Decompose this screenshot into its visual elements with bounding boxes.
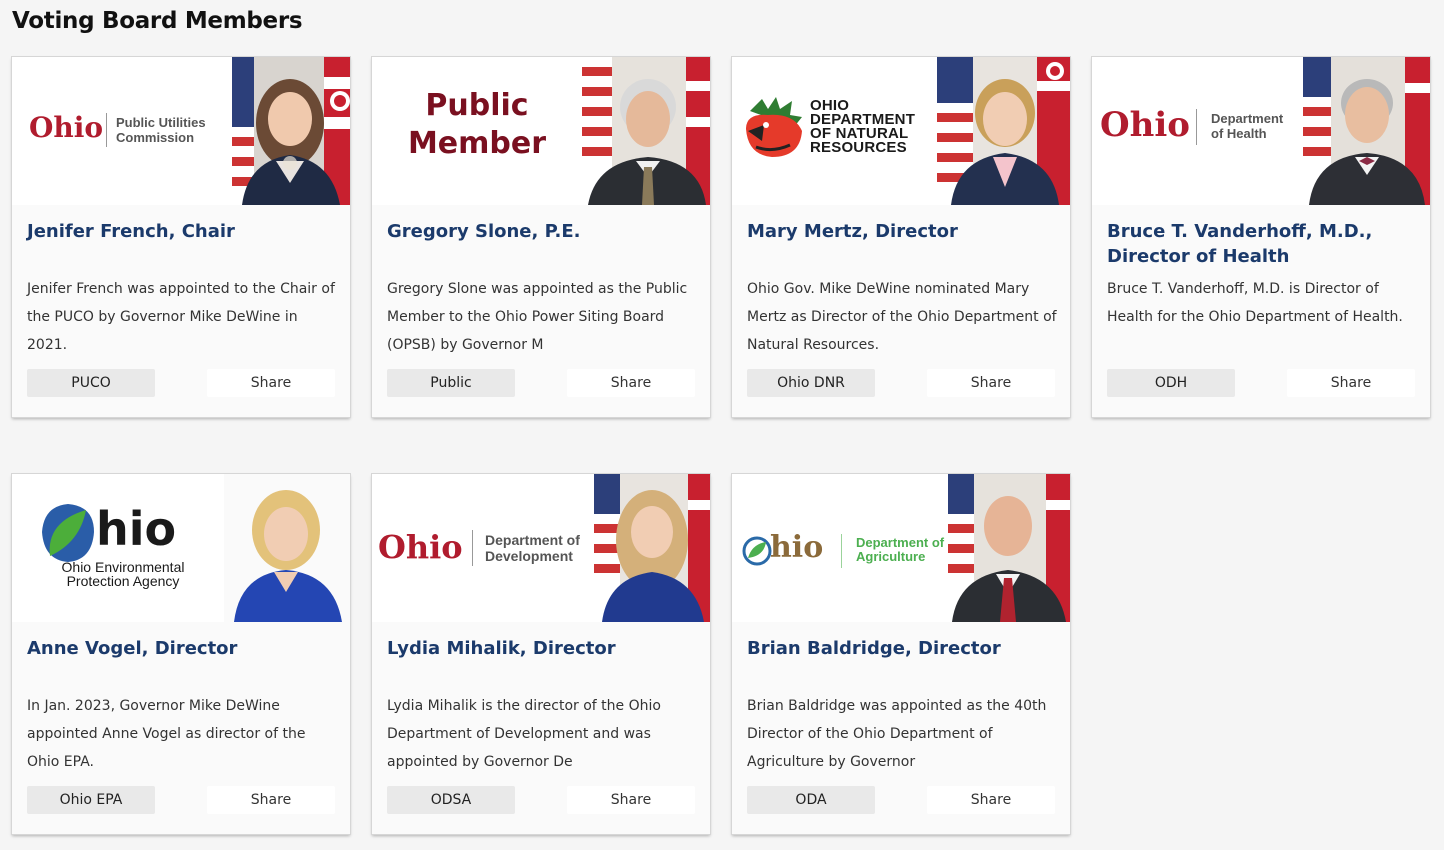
card-banner: hio Ohio Environmental Protection Agency: [12, 474, 350, 622]
ohio-dnr-cardinal-icon: [746, 97, 802, 157]
agency-tag[interactable]: ODA: [747, 786, 875, 814]
agency-tag[interactable]: ODH: [1107, 369, 1235, 397]
member-bio: Lydia Mihalik is the director of the Ohi…: [387, 698, 661, 770]
ohio-epa-logo: hio Ohio Environmental Protection Agency: [12, 474, 224, 622]
card-banner: Ohio Department of Development: [372, 474, 710, 622]
share-button[interactable]: Share: [927, 369, 1055, 397]
share-button[interactable]: Share: [927, 786, 1055, 814]
agency-tag[interactable]: Ohio DNR: [747, 369, 875, 397]
member-photo: [582, 57, 710, 205]
public-member-logo: Public Member: [407, 88, 547, 161]
odh-logo: Ohio Department of Health: [1100, 105, 1284, 145]
page-title: Voting Board Members: [12, 8, 303, 34]
card-banner: Ohio Department of Health: [1092, 57, 1430, 205]
ohio-epa-leaf-icon: [42, 504, 94, 562]
member-card-mertz: OHIO DEPARTMENT OF NATURAL RESOURCES Mar…: [732, 57, 1070, 417]
agriculture-logo: hio Department of Agriculture: [732, 474, 948, 622]
card-banner: OHIO DEPARTMENT OF NATURAL RESOURCES: [732, 57, 1070, 205]
card-banner: Ohio Public Utilities Commission: [12, 57, 350, 205]
member-name[interactable]: Brian Baldridge, Director: [747, 636, 1052, 661]
member-card-vogel: hio Ohio Environmental Protection Agency…: [12, 474, 350, 834]
member-card-slone: Public Member Gregory Slone, P.E. Gregor…: [372, 57, 710, 417]
member-bio: In Jan. 2023, Governor Mike DeWine appoi…: [27, 698, 306, 770]
member-bio: Jenifer French was appointed to the Chai…: [27, 281, 335, 353]
puco-logo: Ohio Public Utilities Commission: [29, 111, 206, 147]
member-name[interactable]: Bruce T. Vanderhoff, M.D., Director of H…: [1107, 219, 1412, 269]
member-card-baldridge: hio Department of Agriculture Brian Bald…: [732, 474, 1070, 834]
member-card-french: Ohio Public Utilities Commission Jenifer…: [12, 57, 350, 417]
member-photo: [594, 474, 710, 622]
member-photo: [232, 57, 350, 205]
member-bio: Gregory Slone was appointed as the Publi…: [387, 281, 688, 353]
member-name[interactable]: Anne Vogel, Director: [27, 636, 332, 661]
member-bio: Bruce T. Vanderhoff, M.D. is Director of…: [1107, 281, 1403, 325]
member-name[interactable]: Jenifer French, Chair: [27, 219, 332, 244]
card-banner: hio Department of Agriculture: [732, 474, 1070, 622]
development-logo: Ohio Department of Development: [378, 528, 580, 566]
member-photo: [937, 57, 1070, 205]
card-banner: Public Member: [372, 57, 710, 205]
share-button[interactable]: Share: [1287, 369, 1415, 397]
member-photo: [948, 474, 1070, 622]
agency-tag[interactable]: PUCO: [27, 369, 155, 397]
ohio-dnr-logo: OHIO DEPARTMENT OF NATURAL RESOURCES: [732, 57, 937, 205]
agency-tag[interactable]: Public: [387, 369, 515, 397]
member-name[interactable]: Mary Mertz, Director: [747, 219, 1052, 244]
share-button[interactable]: Share: [207, 369, 335, 397]
member-photo: [1303, 57, 1430, 205]
member-bio: Ohio Gov. Mike DeWine nominated Mary Mer…: [747, 281, 1057, 353]
share-button[interactable]: Share: [207, 786, 335, 814]
share-button[interactable]: Share: [567, 369, 695, 397]
member-card-vanderhoff: Ohio Department of Health Bruce T. Vande…: [1092, 57, 1430, 417]
member-photo: [224, 474, 350, 622]
member-name[interactable]: Lydia Mihalik, Director: [387, 636, 692, 661]
ohio-agriculture-leaf-icon: [742, 536, 772, 566]
member-name[interactable]: Gregory Slone, P.E.: [387, 219, 692, 244]
agency-tag[interactable]: Ohio EPA: [27, 786, 155, 814]
agency-tag[interactable]: ODSA: [387, 786, 515, 814]
share-button[interactable]: Share: [567, 786, 695, 814]
member-bio: Brian Baldridge was appointed as the 40t…: [747, 698, 1047, 770]
member-card-mihalik: Ohio Department of Development Lydia Mih…: [372, 474, 710, 834]
